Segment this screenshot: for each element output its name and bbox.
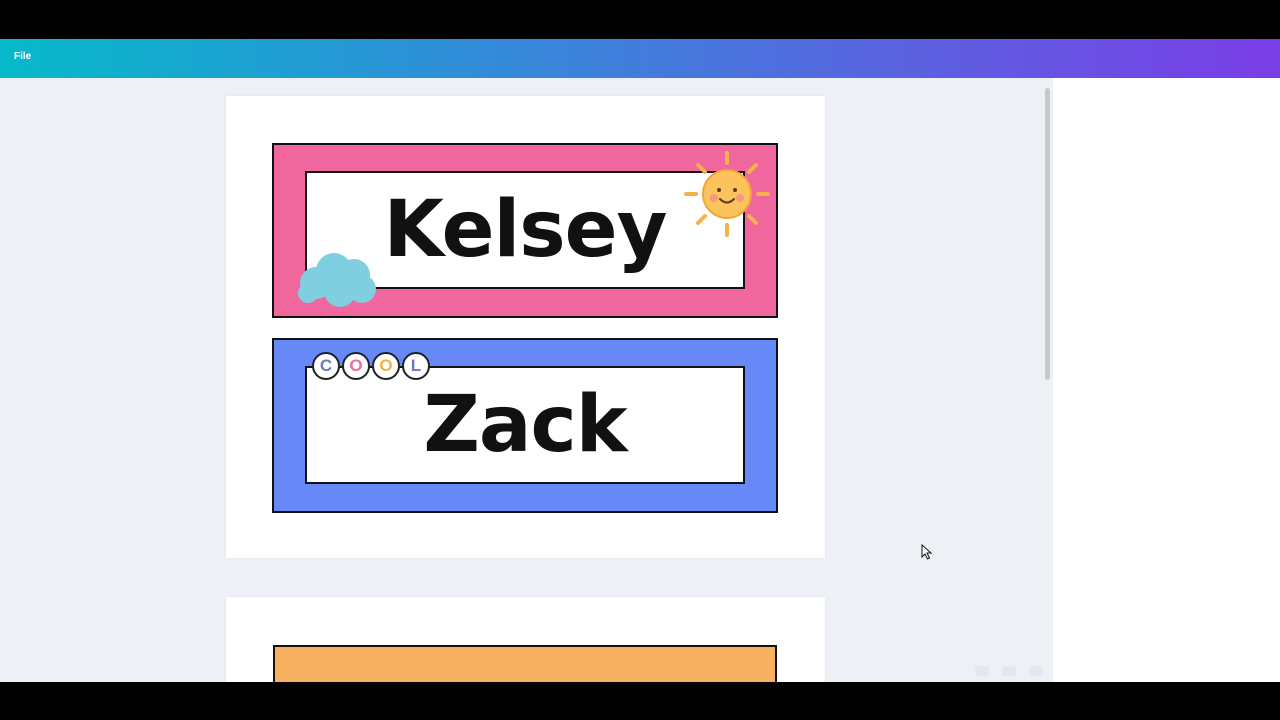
name-text-box[interactable]: Zack xyxy=(305,366,745,484)
badge-letter: C xyxy=(312,352,340,380)
mouse-cursor-icon xyxy=(921,544,933,560)
page-control-button[interactable] xyxy=(975,666,989,676)
page-control-button[interactable] xyxy=(1002,666,1016,676)
name-label-card[interactable]: Zack C O O L xyxy=(272,338,778,513)
video-letterbox-top xyxy=(0,0,1280,39)
design-page-2[interactable] xyxy=(226,597,825,682)
file-menu[interactable]: File xyxy=(14,51,31,62)
name-text[interactable]: Zack xyxy=(307,368,743,482)
cloud-sticker-icon[interactable] xyxy=(296,247,380,307)
badge-letter: O xyxy=(342,352,370,380)
video-letterbox-bottom xyxy=(0,682,1280,720)
design-page-1[interactable]: Kelsey Zack C O O L xyxy=(226,96,825,558)
badge-letter: O xyxy=(372,352,400,380)
name-label-card[interactable] xyxy=(273,645,777,682)
canvas-scrollbar[interactable] xyxy=(1045,88,1050,380)
page-control-button[interactable] xyxy=(1029,666,1043,676)
sun-sticker-icon[interactable] xyxy=(684,151,770,237)
page-controls[interactable] xyxy=(975,666,1056,676)
badge-letter: L xyxy=(402,352,430,380)
right-side-panel xyxy=(1053,78,1280,682)
name-label-card[interactable]: Kelsey xyxy=(272,143,778,318)
editor-top-bar: File xyxy=(0,39,1280,78)
cool-badge-sticker[interactable]: C O O L xyxy=(312,352,432,380)
canvas-workspace[interactable]: Kelsey Zack C O O L xyxy=(0,78,1053,682)
